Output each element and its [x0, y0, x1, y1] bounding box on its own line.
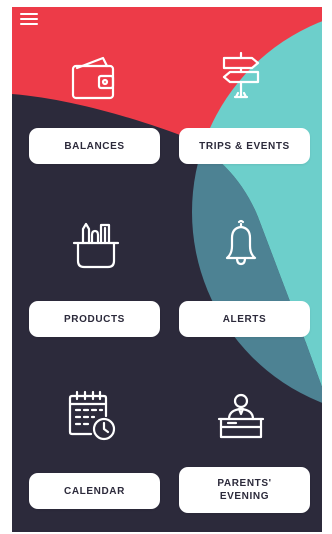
calendar-clock-icon: [67, 390, 121, 444]
alerts-button[interactable]: ALERTS: [179, 301, 310, 337]
calendar-button[interactable]: CALENDAR: [29, 473, 160, 509]
balances-button[interactable]: BALANCES: [29, 128, 160, 164]
products-button[interactable]: PRODUCTS: [29, 301, 160, 337]
calendar-label: CALENDAR: [64, 485, 125, 497]
trips-events-label: TRIPS & EVENTS: [199, 140, 290, 152]
reception-desk-icon: [216, 391, 270, 445]
bell-icon: [222, 219, 276, 274]
parents-evening-label: PARENTS' EVENING: [217, 478, 272, 502]
hamburger-menu-icon[interactable]: [20, 13, 40, 27]
parents-evening-button[interactable]: PARENTS' EVENING: [179, 467, 310, 513]
signpost-icon: [214, 51, 268, 105]
pencil-cup-icon: [72, 219, 126, 273]
trips-events-button[interactable]: TRIPS & EVENTS: [179, 128, 310, 164]
alerts-label: ALERTS: [222, 313, 267, 325]
balances-label: BALANCES: [64, 140, 125, 152]
app-screen: BALANCES TRIPS & EVENTS PRODUCTS ALERTS …: [12, 7, 322, 532]
wallet-icon: [67, 54, 121, 108]
products-label: PRODUCTS: [64, 313, 125, 325]
